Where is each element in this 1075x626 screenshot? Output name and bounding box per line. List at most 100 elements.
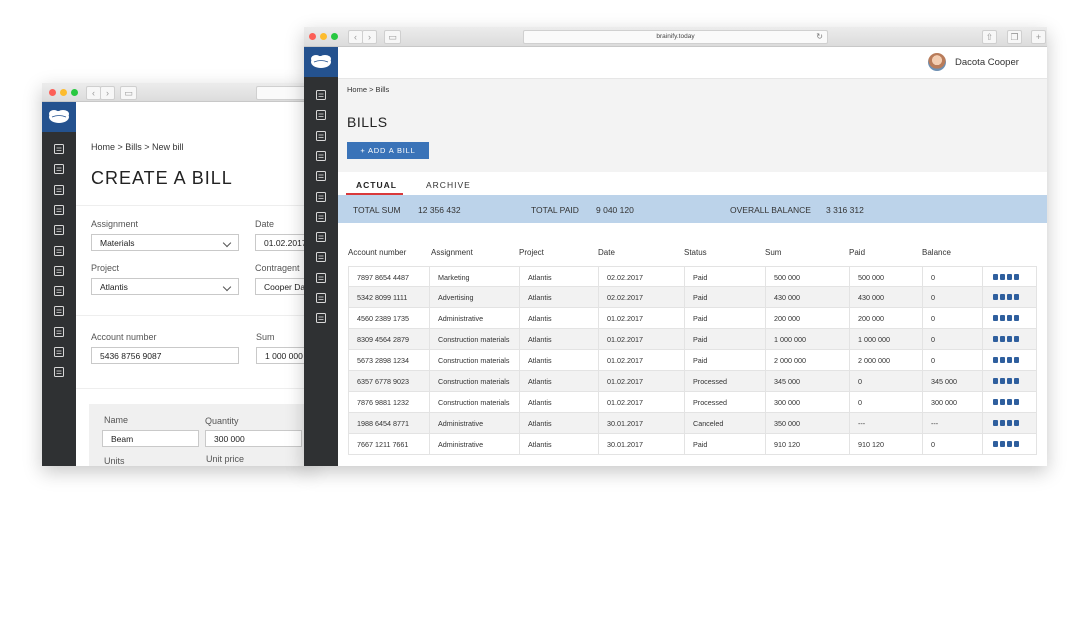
print-icon[interactable] (993, 274, 998, 280)
brain-logo[interactable] (304, 47, 338, 77)
assignment-select[interactable]: Materials (91, 234, 239, 251)
edit-icon[interactable] (1007, 294, 1012, 300)
print-icon[interactable] (993, 378, 998, 384)
print-icon[interactable] (993, 357, 998, 363)
table-row[interactable]: 4560 2389 1735 Administrative Atlantis 01.0… (348, 308, 1037, 329)
sidebar-toggle-icon[interactable]: ▭ (120, 86, 137, 100)
delete-icon[interactable] (1014, 315, 1019, 321)
company-icon[interactable] (53, 184, 65, 196)
share-icon[interactable]: ⇧ (982, 30, 997, 44)
column-header-balance[interactable]: Balance (922, 248, 951, 257)
delete-icon[interactable] (1014, 399, 1019, 405)
avatar[interactable] (928, 53, 946, 71)
view-icon[interactable] (1000, 378, 1005, 384)
column-header-account-number[interactable]: Account number (348, 248, 406, 257)
column-header-paid[interactable]: Paid (849, 248, 865, 257)
forward-button[interactable]: › (100, 86, 115, 100)
user-name[interactable]: Dacota Cooper (955, 57, 1019, 68)
reload-icon[interactable]: ↻ (816, 31, 823, 43)
table-row[interactable]: 5342 8099 1111 Advertising Atlantis 02.02.2… (348, 287, 1037, 308)
contacts-icon[interactable] (315, 89, 327, 101)
warehouse-icon[interactable] (53, 346, 65, 358)
ledger-icon[interactable] (53, 305, 65, 317)
account-number-field[interactable]: 5436 8756 9087 (91, 347, 239, 364)
view-icon[interactable] (1000, 399, 1005, 405)
print-icon[interactable] (993, 336, 998, 342)
back-button[interactable]: ‹ (348, 30, 363, 44)
chart-icon[interactable] (315, 272, 327, 284)
quantity-field[interactable]: 300 000 (205, 430, 302, 447)
handshake-icon[interactable] (315, 170, 327, 182)
sidebar-toggle-icon[interactable]: ▭ (384, 30, 401, 44)
edit-icon[interactable] (1007, 274, 1012, 280)
edit-icon[interactable] (1007, 315, 1012, 321)
report-icon[interactable] (315, 312, 327, 324)
view-icon[interactable] (1000, 294, 1005, 300)
card-icon[interactable] (315, 211, 327, 223)
print-icon[interactable] (993, 294, 998, 300)
card-icon[interactable] (53, 265, 65, 277)
column-header-sum[interactable]: Sum (765, 248, 781, 257)
buildings-icon[interactable] (53, 163, 65, 175)
delete-icon[interactable] (1014, 294, 1019, 300)
contract-icon[interactable] (315, 191, 327, 203)
handshake-icon[interactable] (53, 224, 65, 236)
chart-icon[interactable] (53, 326, 65, 338)
edit-icon[interactable] (1007, 420, 1012, 426)
table-row[interactable]: 8309 4564 2879 Construction materials Atla… (348, 329, 1037, 350)
close-window-dot[interactable] (49, 89, 56, 96)
delete-icon[interactable] (1014, 420, 1019, 426)
company-icon[interactable] (315, 130, 327, 142)
tab-actual[interactable]: ACTUAL (356, 180, 397, 190)
view-icon[interactable] (1000, 357, 1005, 363)
edit-icon[interactable] (1007, 441, 1012, 447)
view-icon[interactable] (1000, 315, 1005, 321)
buildings-icon[interactable] (315, 109, 327, 121)
table-row[interactable]: 5673 2898 1234 Construction materials Atla… (348, 350, 1037, 371)
delete-icon[interactable] (1014, 378, 1019, 384)
bank-icon[interactable] (315, 231, 327, 243)
view-icon[interactable] (1000, 274, 1005, 280)
edit-icon[interactable] (1007, 357, 1012, 363)
table-row[interactable]: 7667 1211 7661 Administrative Atlantis 30.0… (348, 434, 1037, 455)
table-row[interactable]: 6357 6778 9023 Construction materials Atla… (348, 371, 1037, 392)
contacts-icon[interactable] (53, 143, 65, 155)
view-icon[interactable] (1000, 441, 1005, 447)
minimize-window-dot[interactable] (320, 33, 327, 40)
edit-icon[interactable] (1007, 336, 1012, 342)
table-row[interactable]: 7897 8654 4487 Marketing Atlantis 02.02.201… (348, 266, 1037, 288)
delete-icon[interactable] (1014, 441, 1019, 447)
column-header-status[interactable]: Status (684, 248, 707, 257)
table-row[interactable]: 1988 6454 8771 Administrative Atlantis 30.0… (348, 413, 1037, 434)
print-icon[interactable] (993, 399, 998, 405)
delete-icon[interactable] (1014, 357, 1019, 363)
report-icon[interactable] (53, 366, 65, 378)
print-icon[interactable] (993, 315, 998, 321)
print-icon[interactable] (993, 420, 998, 426)
add-bill-button[interactable]: + ADD A BILL (347, 142, 429, 159)
address-bar[interactable]: brainify.today ↻ (523, 30, 828, 44)
project-select[interactable]: Atlantis (91, 278, 239, 295)
ledger-icon[interactable] (315, 251, 327, 263)
tabs-icon[interactable]: ❐ (1007, 30, 1022, 44)
bag-icon[interactable] (315, 150, 327, 162)
warehouse-icon[interactable] (315, 292, 327, 304)
maximize-window-dot[interactable] (331, 33, 338, 40)
maximize-window-dot[interactable] (71, 89, 78, 96)
bag-icon[interactable] (53, 204, 65, 216)
view-icon[interactable] (1000, 420, 1005, 426)
column-header-project[interactable]: Project (519, 248, 544, 257)
brain-logo[interactable] (42, 102, 76, 132)
minimize-window-dot[interactable] (60, 89, 67, 96)
delete-icon[interactable] (1014, 336, 1019, 342)
item-name-field[interactable]: Beam (102, 430, 199, 447)
delete-icon[interactable] (1014, 274, 1019, 280)
bank-icon[interactable] (53, 285, 65, 297)
close-window-dot[interactable] (309, 33, 316, 40)
contract-icon[interactable] (53, 245, 65, 257)
view-icon[interactable] (1000, 336, 1005, 342)
new-tab-button[interactable]: + (1031, 30, 1046, 44)
tab-archive[interactable]: ARCHIVE (426, 180, 471, 190)
edit-icon[interactable] (1007, 399, 1012, 405)
column-header-date[interactable]: Date (598, 248, 615, 257)
